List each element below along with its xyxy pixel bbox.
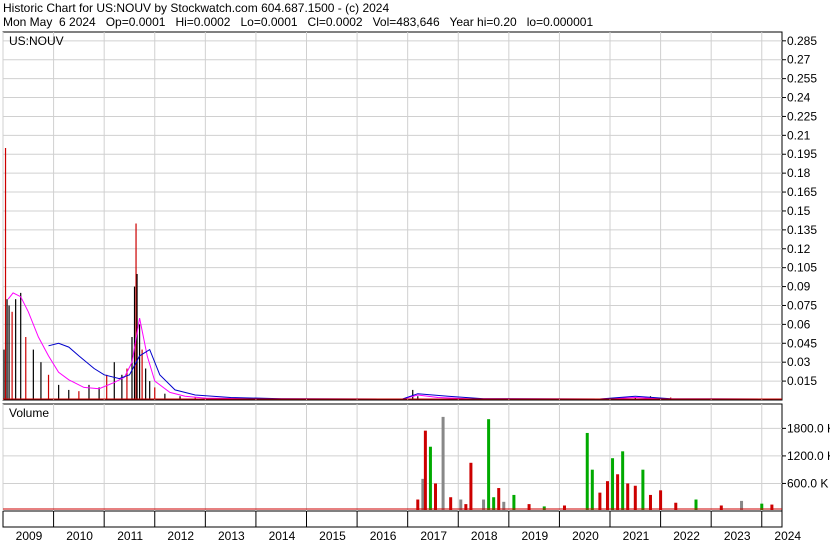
x-tick-label: 2015 — [319, 529, 346, 543]
y-tick-label: 0.15 — [787, 204, 811, 218]
x-tick-label: 2024 — [774, 529, 801, 543]
x-tick-label: 2013 — [218, 529, 245, 543]
volume-bar — [512, 494, 516, 510]
y-tick-label: 0.045 — [787, 336, 817, 350]
volume-bar — [598, 492, 602, 510]
y-tick-label: 0.135 — [787, 223, 817, 237]
volume-bar — [492, 497, 496, 510]
volume-bar — [469, 462, 473, 510]
volume-bar — [605, 481, 609, 510]
volume-bar — [585, 432, 589, 510]
x-tick-label: 2022 — [673, 529, 700, 543]
y-tick-label: 0.18 — [787, 166, 811, 180]
volume-bar — [441, 416, 445, 510]
volume-bar — [482, 499, 486, 510]
volume-tick-label: 1800.0 K — [787, 421, 830, 435]
y-tick-label: 0.105 — [787, 261, 817, 275]
y-tick-label: 0.015 — [787, 374, 817, 388]
y-tick-label: 0.075 — [787, 298, 817, 312]
y-tick-label: 0.03 — [787, 355, 811, 369]
volume-bar — [641, 469, 645, 510]
volume-bar — [497, 488, 501, 510]
volume-bar — [487, 419, 491, 510]
y-tick-label: 0.06 — [787, 317, 811, 331]
volume-bar — [416, 499, 420, 510]
x-tick-label: 2012 — [167, 529, 194, 543]
volume-bar — [433, 483, 437, 510]
volume-bar — [616, 474, 620, 510]
y-tick-label: 0.165 — [787, 185, 817, 199]
price-panel-title: US:NOUV — [9, 34, 64, 48]
y-tick-label: 0.255 — [787, 72, 817, 86]
y-tick-label: 0.09 — [787, 280, 811, 294]
volume-bar — [648, 494, 652, 510]
volume-bar — [621, 451, 625, 510]
y-tick-label: 0.21 — [787, 128, 811, 142]
volume-bar — [459, 499, 463, 510]
volume-bar — [694, 499, 698, 510]
volume-tick-label: 600.0 K — [787, 476, 828, 490]
volume-bar — [626, 483, 630, 510]
x-tick-label: 2011 — [117, 529, 143, 543]
y-tick-label: 0.285 — [787, 34, 817, 48]
x-tick-label: 2010 — [66, 529, 93, 543]
volume-panel-title: Volume — [9, 406, 49, 420]
x-tick-label: 2017 — [420, 529, 447, 543]
y-tick-label: 0.225 — [787, 109, 817, 123]
volume-bar — [428, 446, 432, 510]
price-panel — [2, 31, 783, 401]
volume-bar — [611, 458, 615, 510]
volume-bar — [449, 497, 453, 510]
x-tick-label: 2014 — [269, 529, 296, 543]
historic-chart: 2009 2010 2011 2012 2013 2014 2015 2016 2017 2018… — [2, 31, 830, 543]
volume-bar — [659, 490, 663, 510]
x-tick-label: 2021 — [623, 529, 650, 543]
volume-bar — [590, 469, 594, 510]
x-tick-label: 2020 — [572, 529, 599, 543]
volume-tick-label: 1200.0 K — [787, 449, 830, 463]
y-tick-label: 0.12 — [787, 242, 811, 256]
x-axis-band — [2, 510, 783, 528]
volume-bar — [633, 485, 637, 510]
x-tick-label: 2019 — [521, 529, 548, 543]
x-tick-label: 2009 — [16, 529, 43, 543]
x-tick-label: 2018 — [471, 529, 498, 543]
y-tick-label: 0.27 — [787, 53, 811, 67]
volume-panel — [2, 403, 783, 512]
volume-bar — [423, 430, 427, 510]
y-tick-label: 0.195 — [787, 147, 817, 161]
y-tick-label: 0.24 — [787, 91, 811, 105]
x-tick-label: 2023 — [724, 529, 751, 543]
x-tick-label: 2016 — [370, 529, 397, 543]
